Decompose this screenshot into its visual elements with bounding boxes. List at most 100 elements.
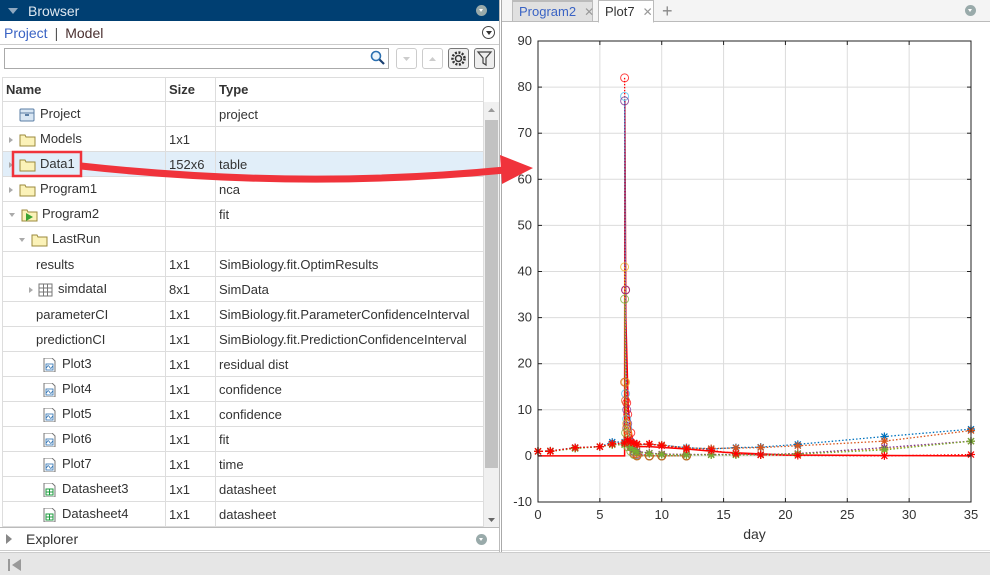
explorer-panel-header[interactable]: Explorer xyxy=(0,527,499,551)
search-input[interactable] xyxy=(4,48,389,69)
expand-triangle-icon[interactable] xyxy=(6,534,12,544)
y-tick-label: 0 xyxy=(525,448,532,463)
options-dropdown-icon[interactable] xyxy=(482,26,495,39)
document-panel: Program2 ✕ Plot7 ✕ + 0 5 10 15 20 25 30 35 -10 0 10 2… xyxy=(501,0,990,552)
tree-row[interactable]: Plot7 1x1 time xyxy=(2,451,484,477)
row-type: time xyxy=(215,451,484,477)
tree-row[interactable]: LastRun xyxy=(2,226,484,252)
tree-row[interactable]: Data1 152x6 table xyxy=(2,151,484,177)
tree-row[interactable]: parameterCI 1x1 SimBiology.fit.ParameterCo… xyxy=(2,301,484,327)
row-size xyxy=(165,176,216,202)
tree-row[interactable]: Plot5 1x1 confidence xyxy=(2,401,484,427)
datasheet-icon xyxy=(41,481,62,497)
close-icon[interactable]: ✕ xyxy=(643,5,653,19)
scroll-up-icon[interactable] xyxy=(484,102,499,117)
collapse-arrow-icon[interactable] xyxy=(9,212,15,217)
column-header-name[interactable]: Name xyxy=(2,77,166,102)
asterisk-marker xyxy=(632,439,641,448)
row-name: Plot4 xyxy=(62,381,92,397)
row-type: SimBiology.fit.PredictionConfidenceInter… xyxy=(215,326,484,352)
x-tick-label: 25 xyxy=(840,507,854,522)
panel-menu-icon[interactable] xyxy=(476,5,487,16)
row-name: Project xyxy=(40,106,81,122)
asterisk-marker xyxy=(608,439,617,448)
y-tick-label: 70 xyxy=(518,125,532,140)
asterisk-marker xyxy=(546,447,555,456)
row-type: table xyxy=(215,151,484,177)
document-tabs: Program2 ✕ Plot7 ✕ + xyxy=(502,0,990,23)
search-row xyxy=(0,45,499,75)
asterisk-marker xyxy=(756,450,765,459)
expand-arrow-icon[interactable] xyxy=(9,136,13,143)
row-type: datasheet xyxy=(215,501,484,527)
tree-row[interactable]: Program2 fit xyxy=(2,201,484,227)
browser-panel: Browser Project | Model Name Size Type P… xyxy=(0,0,500,575)
tab-model[interactable]: Model xyxy=(65,25,103,41)
x-tick-label: 15 xyxy=(716,507,730,522)
row-size: 1x1 xyxy=(165,501,216,527)
separator: | xyxy=(54,24,59,41)
tree-row[interactable]: Models 1x1 xyxy=(2,126,484,152)
asterisk-marker xyxy=(880,451,889,460)
column-header-size[interactable]: Size xyxy=(165,77,216,102)
x-tick-label: 0 xyxy=(534,507,541,522)
panel-menu-icon[interactable] xyxy=(476,534,487,545)
scroll-down-icon[interactable] xyxy=(484,512,499,527)
vertical-scrollbar[interactable] xyxy=(484,102,499,527)
tree-row[interactable]: Program1 nca xyxy=(2,176,484,202)
move-down-button[interactable] xyxy=(396,48,417,69)
x-tick-label: 30 xyxy=(902,507,916,522)
browser-header[interactable]: Browser xyxy=(0,0,499,21)
chevron-down-icon xyxy=(403,57,410,61)
tree-row[interactable]: Plot4 1x1 confidence xyxy=(2,376,484,402)
y-tick-label: 60 xyxy=(518,171,532,186)
row-type: confidence xyxy=(215,401,484,427)
tree-row[interactable]: Datasheet4 1x1 datasheet xyxy=(2,501,484,527)
row-name: Program2 xyxy=(42,206,100,222)
expand-arrow-icon[interactable] xyxy=(9,161,13,168)
expand-arrow-icon[interactable] xyxy=(9,186,13,193)
row-size: 1x1 xyxy=(165,351,216,377)
search-icon[interactable] xyxy=(370,50,385,65)
row-name: Plot5 xyxy=(62,406,92,422)
move-up-button[interactable] xyxy=(422,48,443,69)
tab-plot7[interactable]: Plot7 ✕ xyxy=(598,0,654,23)
collapse-triangle-icon[interactable] xyxy=(8,7,18,14)
tree-row[interactable]: Plot3 1x1 residual dist xyxy=(2,351,484,377)
row-name: Datasheet4 xyxy=(62,506,129,522)
tree-row[interactable]: Datasheet3 1x1 datasheet xyxy=(2,476,484,502)
filter-icon xyxy=(476,51,493,67)
close-icon[interactable]: ✕ xyxy=(584,5,594,19)
panel-menu-icon[interactable] xyxy=(965,5,976,16)
time-plot: 0 5 10 15 20 25 30 35-100102030405060708090day xyxy=(502,33,990,551)
filter-button[interactable] xyxy=(474,48,495,69)
expand-arrow-icon[interactable] xyxy=(29,286,33,293)
collapse-left-icon[interactable] xyxy=(5,555,25,575)
add-tab-icon[interactable]: + xyxy=(662,1,673,22)
tree-row[interactable]: Plot6 1x1 fit xyxy=(2,426,484,452)
column-header-type[interactable]: Type xyxy=(215,77,484,102)
browser-title: Browser xyxy=(28,2,80,19)
asterisk-marker xyxy=(707,446,716,455)
tree-row[interactable]: simdataI 8x1 SimData xyxy=(2,276,484,302)
asterisk-marker xyxy=(657,441,666,450)
row-type: project xyxy=(215,101,484,127)
asterisk-marker xyxy=(645,449,654,458)
plot-icon xyxy=(41,381,62,397)
row-name: predictionCI xyxy=(36,331,106,347)
plot-icon xyxy=(41,406,62,422)
row-name: parameterCI xyxy=(36,306,109,322)
settings-button[interactable] xyxy=(448,48,469,69)
tab-project[interactable]: Project xyxy=(4,25,48,41)
asterisk-marker xyxy=(595,442,604,451)
tab-program2[interactable]: Program2 ✕ xyxy=(512,0,594,22)
scrollbar-thumb[interactable] xyxy=(485,120,498,468)
row-size xyxy=(165,201,216,227)
x-tick-label: 10 xyxy=(654,507,668,522)
tree-row[interactable]: results 1x1 SimBiology.fit.OptimResults xyxy=(2,251,484,277)
tree-row[interactable]: Project project xyxy=(2,101,484,127)
row-type: nca xyxy=(215,176,484,202)
collapse-arrow-icon[interactable] xyxy=(19,237,25,242)
asterisk-marker xyxy=(756,443,765,452)
tree-row[interactable]: predictionCI 1x1 SimBiology.fit.Prediction… xyxy=(2,326,484,352)
